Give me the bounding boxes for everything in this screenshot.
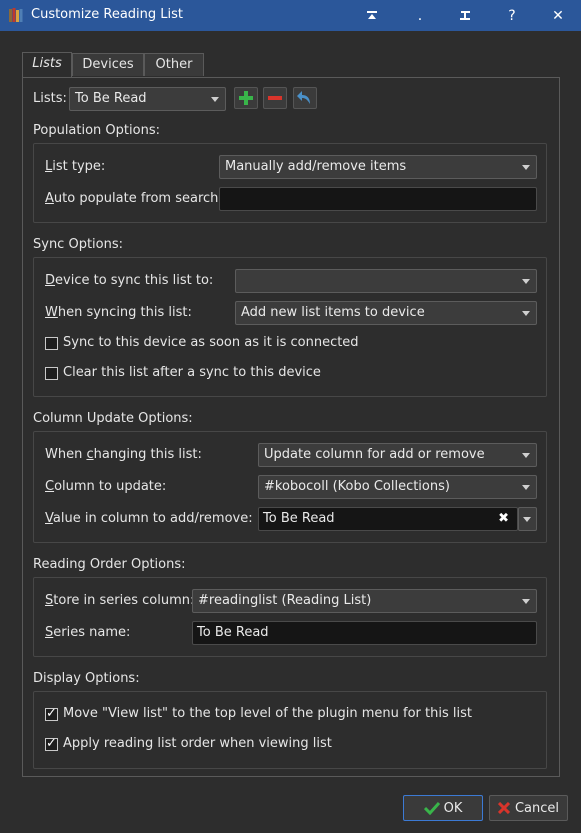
lists-tab-pane: Lists: To Be Read Population Options: Li… xyxy=(22,77,560,777)
lists-combo-value: To Be Read xyxy=(75,91,147,106)
device-sync-label: Device to sync this list to: xyxy=(45,273,214,288)
series-name-label: Series name: xyxy=(45,625,131,640)
move-view-list-checkbox[interactable]: ✓ xyxy=(45,706,58,721)
chevron-down-icon xyxy=(522,599,530,604)
display-group xyxy=(33,691,547,769)
chevron-down-icon xyxy=(522,279,530,284)
cancel-x-icon xyxy=(497,802,510,814)
auto-populate-input[interactable] xyxy=(219,187,537,211)
when-syncing-value: Add new list items to device xyxy=(241,305,425,320)
cancel-button[interactable]: Cancel xyxy=(489,795,568,821)
clear-after-sync-checkbox[interactable] xyxy=(45,367,58,380)
chevron-down-icon xyxy=(522,485,530,490)
title-bar: Customize Reading List . ? ✕ xyxy=(0,0,581,31)
apply-order-label: Apply reading list order when viewing li… xyxy=(63,736,332,751)
tab-devices[interactable]: Devices xyxy=(72,53,144,76)
when-changing-value: Update column for add or remove xyxy=(264,447,485,462)
minus-icon xyxy=(268,96,282,100)
display-heading: Display Options: xyxy=(33,671,140,686)
clear-x-icon[interactable]: ✖ xyxy=(498,508,509,530)
ok-button[interactable]: OK xyxy=(403,795,483,821)
plus-icon xyxy=(239,91,253,105)
ok-label: OK xyxy=(443,800,463,816)
value-in-column-input[interactable]: To Be Read ✖ xyxy=(258,507,518,531)
tab-lists[interactable]: Lists xyxy=(22,52,72,78)
minimize-icon: . xyxy=(417,7,423,24)
minimize-button[interactable]: . xyxy=(397,0,443,31)
column-to-update-label: Column to update: xyxy=(45,479,167,494)
list-type-combo[interactable]: Manually add/remove items xyxy=(219,155,537,179)
apply-order-checkbox[interactable]: ✓ xyxy=(45,736,58,751)
value-in-column-value: To Be Read xyxy=(263,511,335,526)
restore-button[interactable] xyxy=(442,0,488,31)
device-sync-combo[interactable] xyxy=(235,269,537,293)
undo-arrow-icon xyxy=(297,91,310,104)
when-syncing-combo[interactable]: Add new list items to device xyxy=(235,301,537,325)
column-to-update-combo[interactable]: #kobocoll (Kobo Collections) xyxy=(258,475,537,499)
when-changing-label: When changing this list: xyxy=(45,447,202,462)
calibre-books-icon xyxy=(9,8,23,22)
restore-icon xyxy=(460,10,470,20)
list-type-value: Manually add/remove items xyxy=(225,159,407,174)
auto-populate-label: Auto populate from search: xyxy=(45,191,223,206)
tab-other[interactable]: Other xyxy=(144,53,204,76)
column-update-heading: Column Update Options: xyxy=(33,411,193,426)
add-list-button[interactable] xyxy=(234,87,258,109)
population-heading: Population Options: xyxy=(33,123,160,138)
cancel-label: Cancel xyxy=(514,800,560,816)
chevron-down-icon xyxy=(522,453,530,458)
value-in-column-label: Value in column to add/remove: xyxy=(45,511,253,526)
clear-after-sync-label: Clear this list after a sync to this dev… xyxy=(63,365,321,380)
close-icon: ✕ xyxy=(552,7,564,24)
rename-list-button[interactable] xyxy=(293,87,317,109)
store-series-label: Store in series column: xyxy=(45,593,195,608)
close-button[interactable]: ✕ xyxy=(535,0,581,31)
move-view-list-label: Move "View list" to the top level of the… xyxy=(63,706,472,721)
checkmark-icon: ✓ xyxy=(46,706,57,721)
lists-label: Lists: xyxy=(33,91,67,106)
check-icon xyxy=(423,801,440,815)
series-name-input[interactable]: To Be Read xyxy=(192,621,537,645)
store-series-combo[interactable]: #readinglist (Reading List) xyxy=(192,589,537,613)
pin-icon[interactable] xyxy=(349,0,395,31)
lists-combo[interactable]: To Be Read xyxy=(69,87,226,111)
help-icon: ? xyxy=(508,7,516,24)
value-dropdown-button[interactable] xyxy=(518,507,537,531)
sync-heading: Sync Options: xyxy=(33,237,124,252)
chevron-down-icon xyxy=(522,311,530,316)
reading-order-heading: Reading Order Options: xyxy=(33,557,186,572)
chevron-down-icon xyxy=(523,517,531,522)
sync-connected-checkbox[interactable] xyxy=(45,337,58,350)
remove-list-button[interactable] xyxy=(263,87,287,109)
sync-connected-label: Sync to this device as soon as it is con… xyxy=(63,335,359,350)
when-syncing-label: When syncing this list: xyxy=(45,305,192,320)
store-series-value: #readinglist (Reading List) xyxy=(198,593,372,608)
help-button[interactable]: ? xyxy=(489,0,535,31)
checkmark-icon: ✓ xyxy=(46,736,57,751)
chevron-down-icon xyxy=(522,165,530,170)
column-to-update-value: #kobocoll (Kobo Collections) xyxy=(264,479,450,494)
list-type-label: List type: xyxy=(45,159,106,174)
chevron-down-icon xyxy=(211,97,219,102)
window-title: Customize Reading List xyxy=(31,7,183,22)
when-changing-combo[interactable]: Update column for add or remove xyxy=(258,443,537,467)
